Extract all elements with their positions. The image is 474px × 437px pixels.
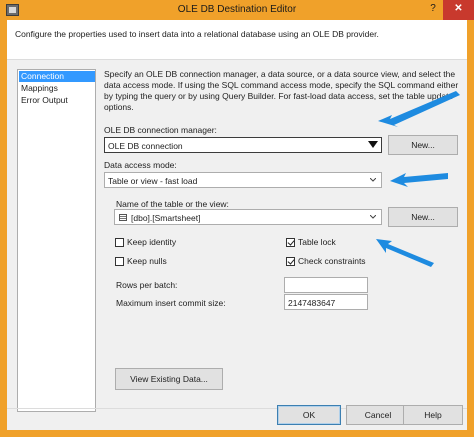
table-lock-checkbox[interactable] <box>286 238 295 247</box>
keep-identity-checkbox[interactable] <box>115 238 124 247</box>
check-constraints-checkbox[interactable] <box>286 257 295 266</box>
access-mode-label: Data access mode: <box>104 160 177 170</box>
connection-manager-label: OLE DB connection manager: <box>104 125 217 135</box>
table-lock-label: Table lock <box>298 237 336 247</box>
title-help-button[interactable]: ? <box>423 0 443 20</box>
ok-button[interactable]: OK <box>277 405 341 425</box>
close-button[interactable]: ✕ <box>443 0 474 20</box>
table-name-value: [dbo].[Smartsheet] <box>131 213 201 223</box>
connection-manager-select[interactable]: OLE DB connection <box>104 137 382 153</box>
editor-window: OLE DB Destination Editor ? ✕ Configure … <box>0 0 474 437</box>
title-bar[interactable]: OLE DB Destination Editor ? ✕ <box>0 0 474 20</box>
keep-nulls-label: Keep nulls <box>127 256 167 266</box>
header-panel: Configure the properties used to insert … <box>7 20 467 60</box>
cancel-button[interactable]: Cancel <box>346 405 410 425</box>
max-commit-value: 2147483647 <box>288 298 336 308</box>
max-commit-input[interactable]: 2147483647 <box>284 294 368 310</box>
access-mode-value: Table or view - fast load <box>108 176 198 186</box>
table-icon <box>119 214 127 221</box>
table-name-label: Name of the table or the view: <box>116 199 229 209</box>
keep-identity-label: Keep identity <box>127 237 177 247</box>
rows-per-batch-input[interactable] <box>284 277 368 293</box>
rows-per-batch-label: Rows per batch: <box>116 280 178 290</box>
help-button[interactable]: Help <box>403 405 463 425</box>
nav-item-mappings[interactable]: Mappings <box>19 83 95 94</box>
header-description: Configure the properties used to insert … <box>15 29 379 39</box>
access-mode-select[interactable]: Table or view - fast load <box>104 172 382 188</box>
window-title: OLE DB Destination Editor <box>177 4 297 15</box>
connection-manager-value: OLE DB connection <box>108 141 183 151</box>
page-navigator: Connection Manager Mappings Error Output <box>17 69 96 412</box>
arrow-table-name-icon <box>376 239 434 267</box>
table-name-select[interactable]: [dbo].[Smartsheet] <box>114 209 382 225</box>
view-existing-data-button[interactable]: View Existing Data... <box>115 368 223 390</box>
arrow-access-mode-icon <box>390 173 448 187</box>
check-constraints-label: Check constraints <box>298 256 366 266</box>
max-commit-label: Maximum insert commit size: <box>116 298 226 308</box>
keep-nulls-checkbox[interactable] <box>115 257 124 266</box>
annotation-arrows <box>376 91 460 267</box>
nav-item-connection-manager[interactable]: Connection Manager <box>19 71 95 92</box>
nav-item-error-output[interactable]: Error Output <box>19 95 95 106</box>
arrow-connection-manager-icon <box>378 91 460 127</box>
